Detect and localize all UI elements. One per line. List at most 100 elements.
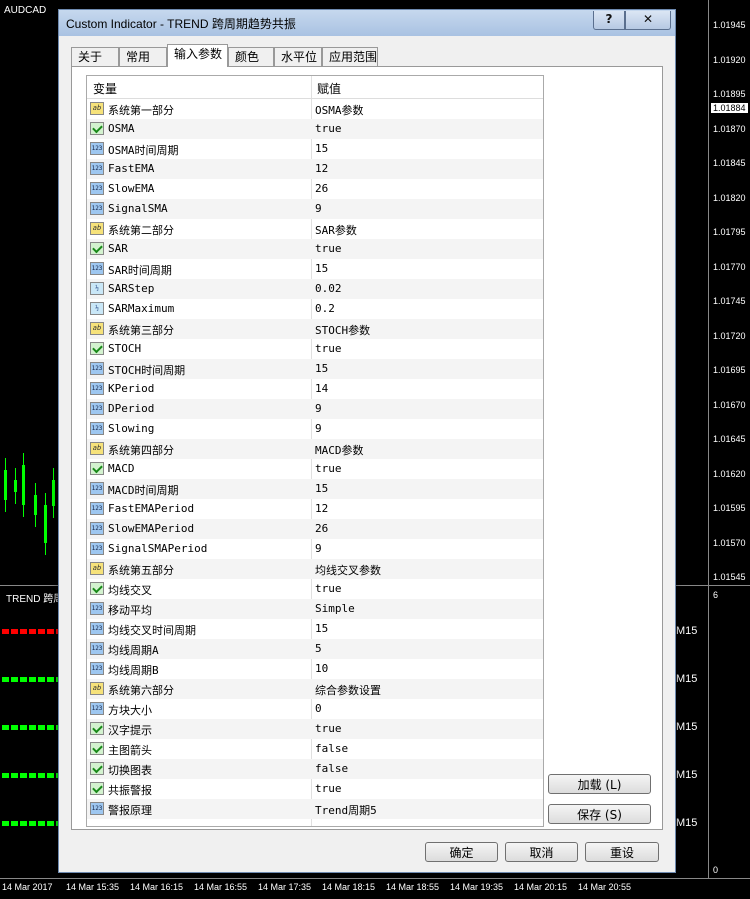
param-row[interactable]: 123 均线周期B 10 bbox=[87, 659, 543, 679]
param-value[interactable]: SAR参数 bbox=[315, 222, 357, 238]
close-button[interactable]: ✕ bbox=[625, 11, 671, 30]
param-value[interactable]: STOCH参数 bbox=[315, 322, 370, 338]
param-row[interactable]: 123 KPeriod 14 bbox=[87, 379, 543, 399]
param-value[interactable]: 9 bbox=[315, 202, 322, 215]
integer-type-icon: 123 bbox=[90, 702, 104, 715]
tab-0[interactable]: 关于 bbox=[71, 47, 119, 66]
param-row[interactable]: 123 均线周期A 5 bbox=[87, 639, 543, 659]
param-row[interactable]: ab 系统第四部分 MACD参数 bbox=[87, 439, 543, 459]
param-value[interactable]: false bbox=[315, 742, 348, 755]
param-row[interactable]: 123 SlowEMA 26 bbox=[87, 179, 543, 199]
param-row[interactable]: 123 SAR时间周期 15 bbox=[87, 259, 543, 279]
tab-1[interactable]: 常用 bbox=[119, 47, 167, 66]
param-value[interactable]: 0.02 bbox=[315, 282, 342, 295]
param-row[interactable]: 均线交叉 true bbox=[87, 579, 543, 599]
param-row[interactable]: 123 DPeriod 9 bbox=[87, 399, 543, 419]
title-bar[interactable]: Custom Indicator - TREND 跨周期趋势共振 ? ✕ bbox=[59, 10, 675, 36]
param-value[interactable]: true bbox=[315, 242, 342, 255]
param-row[interactable]: 123 方块大小 0 bbox=[87, 699, 543, 719]
cancel-button[interactable]: 取消 bbox=[505, 842, 578, 862]
param-value[interactable]: 15 bbox=[315, 362, 328, 375]
param-value[interactable]: Trend周期5 bbox=[315, 802, 377, 818]
param-value[interactable]: 26 bbox=[315, 522, 328, 535]
param-row[interactable]: 汉字提示 true bbox=[87, 719, 543, 739]
param-value[interactable]: 15 bbox=[315, 482, 328, 495]
param-row[interactable]: 共振警报 true bbox=[87, 779, 543, 799]
save-button[interactable]: 保存 (S) bbox=[548, 804, 651, 824]
column-header-value[interactable]: 赋值 bbox=[317, 80, 341, 97]
param-value[interactable]: OSMA参数 bbox=[315, 102, 364, 118]
param-value[interactable]: true bbox=[315, 782, 342, 795]
param-value[interactable]: 均线交叉参数 bbox=[315, 562, 381, 578]
param-row[interactable]: 123 Slowing 9 bbox=[87, 419, 543, 439]
tab-5[interactable]: 应用范围 bbox=[322, 47, 378, 66]
param-row[interactable]: 主图箭头 false bbox=[87, 739, 543, 759]
param-value[interactable]: 综合参数设置 bbox=[315, 682, 381, 698]
param-row[interactable]: MACD true bbox=[87, 459, 543, 479]
param-row[interactable]: ½ SARStep 0.02 bbox=[87, 279, 543, 299]
param-value[interactable]: 9 bbox=[315, 542, 322, 555]
param-value[interactable]: 12 bbox=[315, 162, 328, 175]
param-row[interactable]: OSMA true bbox=[87, 119, 543, 139]
ok-button[interactable]: 确定 bbox=[425, 842, 498, 862]
time-axis[interactable]: 14 Mar 2017 14 Mar 15:35 14 Mar 16:15 14 Ma… bbox=[0, 878, 750, 899]
dialog-title: Custom Indicator - TREND 跨周期趋势共振 bbox=[66, 17, 296, 31]
price-label: 1.01945 bbox=[713, 20, 746, 30]
help-button[interactable]: ? bbox=[593, 11, 625, 30]
param-row[interactable]: 123 均线交叉时间周期 15 bbox=[87, 619, 543, 639]
param-row[interactable]: ab 系统第一部分 OSMA参数 bbox=[87, 99, 543, 119]
param-value[interactable]: 14 bbox=[315, 382, 328, 395]
param-row[interactable]: 123 警报原理 Trend周期5 bbox=[87, 799, 543, 819]
tab-4[interactable]: 水平位 bbox=[274, 47, 322, 66]
param-row[interactable]: 123 FastEMAPeriod 12 bbox=[87, 499, 543, 519]
param-value[interactable]: 26 bbox=[315, 182, 328, 195]
param-row[interactable]: STOCH true bbox=[87, 339, 543, 359]
param-value[interactable]: 0.2 bbox=[315, 302, 335, 315]
tab-3[interactable]: 颜色 bbox=[228, 47, 274, 66]
param-row[interactable]: SAR true bbox=[87, 239, 543, 259]
param-value[interactable]: 15 bbox=[315, 262, 328, 275]
param-value[interactable]: 15 bbox=[315, 142, 328, 155]
param-value[interactable]: false bbox=[315, 762, 348, 775]
price-label: 1.01545 bbox=[713, 572, 746, 582]
param-value[interactable]: true bbox=[315, 722, 342, 735]
param-name: FastEMA bbox=[108, 162, 155, 175]
param-value[interactable]: MACD参数 bbox=[315, 442, 364, 458]
param-row[interactable]: 123 MACD时间周期 15 bbox=[87, 479, 543, 499]
param-value[interactable]: 9 bbox=[315, 402, 322, 415]
price-axis[interactable]: 6 0 1.01945 1.01920 1.01895 1.01870 1.01845 1… bbox=[708, 0, 750, 878]
param-value[interactable]: 5 bbox=[315, 642, 322, 655]
param-value[interactable]: true bbox=[315, 342, 342, 355]
param-value[interactable]: Simple bbox=[315, 602, 355, 615]
load-button[interactable]: 加载 (L) bbox=[548, 774, 651, 794]
param-value[interactable]: true bbox=[315, 582, 342, 595]
param-row[interactable]: 123 移动平均 Simple bbox=[87, 599, 543, 619]
param-name: SignalSMAPeriod bbox=[108, 542, 208, 555]
param-row[interactable]: 123 STOCH时间周期 15 bbox=[87, 359, 543, 379]
param-row[interactable]: 123 OSMA时间周期 15 bbox=[87, 139, 543, 159]
param-value[interactable]: 0 bbox=[315, 702, 322, 715]
param-row[interactable]: ½ SARMaximum 0.2 bbox=[87, 299, 543, 319]
param-row[interactable]: 123 FastEMA 12 bbox=[87, 159, 543, 179]
param-value[interactable]: 9 bbox=[315, 422, 322, 435]
column-header-variable[interactable]: 变量 bbox=[93, 80, 117, 97]
param-value[interactable]: 10 bbox=[315, 662, 328, 675]
param-row[interactable]: ab 系统第五部分 均线交叉参数 bbox=[87, 559, 543, 579]
param-row[interactable]: ab 系统第二部分 SAR参数 bbox=[87, 219, 543, 239]
time-label: 14 Mar 20:15 bbox=[514, 882, 568, 892]
param-row[interactable]: 123 SlowEMAPeriod 26 bbox=[87, 519, 543, 539]
param-value[interactable]: true bbox=[315, 462, 342, 475]
price-label: 1.01820 bbox=[713, 192, 746, 203]
tab-2[interactable]: 输入参数 bbox=[167, 44, 228, 67]
reset-button[interactable]: 重设 bbox=[585, 842, 659, 862]
param-row[interactable]: 切换图表 false bbox=[87, 759, 543, 779]
param-value[interactable]: true bbox=[315, 122, 342, 135]
param-name: SlowEMAPeriod bbox=[108, 522, 195, 535]
price-label: 1.01920 bbox=[713, 54, 746, 65]
param-row[interactable]: 123 SignalSMA 9 bbox=[87, 199, 543, 219]
param-value[interactable]: 15 bbox=[315, 622, 328, 635]
param-value[interactable]: 12 bbox=[315, 502, 328, 515]
param-row[interactable]: ab 系统第三部分 STOCH参数 bbox=[87, 319, 543, 339]
param-row[interactable]: ab 系统第六部分 综合参数设置 bbox=[87, 679, 543, 699]
param-row[interactable]: 123 SignalSMAPeriod 9 bbox=[87, 539, 543, 559]
